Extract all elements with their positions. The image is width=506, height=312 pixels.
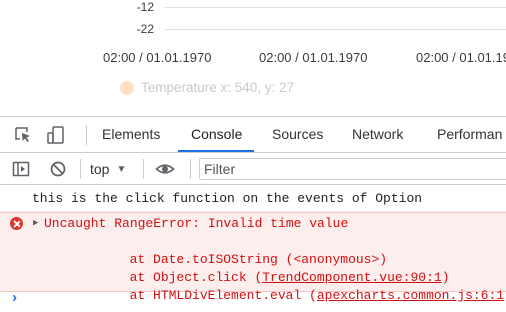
context-selector[interactable]: top ▼ — [90, 153, 126, 185]
context-label: top — [90, 161, 110, 177]
clear-console-icon[interactable] — [48, 159, 68, 179]
console-prompt-icon[interactable]: › — [10, 290, 19, 308]
toolbar-divider — [190, 159, 191, 179]
devtools-tab-bar: Elements Console Sources Network Perform… — [0, 117, 506, 153]
console-output: this is the click function on the events… — [0, 186, 506, 312]
console-log-message: this is the click function on the events… — [0, 186, 506, 212]
error-icon — [10, 217, 23, 230]
active-tab-indicator — [178, 150, 254, 152]
x-tick-label: 02:00 / 01.01.1970 — [416, 50, 506, 65]
tab-performance[interactable]: Performan — [437, 117, 502, 153]
live-expression-eye-icon[interactable] — [155, 159, 175, 179]
gridline — [165, 29, 506, 30]
x-tick-label: 02:00 / 01.01.1970 — [259, 50, 368, 65]
legend-label: Temperature x: 540, y: 27 — [141, 80, 295, 95]
toolbar-divider — [80, 159, 81, 179]
gridline — [165, 7, 506, 8]
tab-sources[interactable]: Sources — [272, 117, 323, 153]
y-tick-label: -22 — [136, 22, 154, 36]
tab-network[interactable]: Network — [352, 117, 403, 153]
devtools-panel: Elements Console Sources Network Perform… — [0, 116, 506, 312]
source-link[interactable]: apexcharts.common.js:6:1 — [317, 288, 504, 303]
stack-frame: at HTMLDivElement.eval (apexcharts.commo… — [36, 269, 506, 312]
chart-legend[interactable]: Temperature x: 540, y: 27 — [120, 80, 294, 95]
show-sidebar-icon[interactable] — [11, 159, 31, 179]
tab-elements[interactable]: Elements — [102, 117, 160, 153]
filter-input[interactable] — [199, 158, 506, 180]
legend-marker — [120, 80, 134, 95]
expand-arrow-icon[interactable]: ▶ — [33, 215, 38, 231]
chart-area: -12 -22 02:00 / 01.01.1970 02:00 / 01.01… — [0, 0, 506, 116]
chevron-down-icon: ▼ — [116, 163, 127, 175]
toolbar-divider — [143, 159, 144, 179]
console-toolbar: top ▼ — [0, 153, 506, 185]
error-title: Uncaught RangeError: Invalid time value — [44, 216, 349, 231]
device-toolbar-icon[interactable] — [46, 125, 66, 145]
stack-frame-text: at HTMLDivElement.eval ( — [98, 288, 317, 303]
toolbar-divider — [86, 125, 87, 145]
y-tick-label: -12 — [136, 0, 154, 14]
tab-console[interactable]: Console — [191, 117, 242, 153]
x-tick-label: 02:00 / 01.01.1970 — [103, 50, 212, 65]
inspect-element-icon[interactable] — [13, 125, 33, 145]
console-error-message: ▶ Uncaught RangeError: Invalid time valu… — [0, 212, 506, 303]
